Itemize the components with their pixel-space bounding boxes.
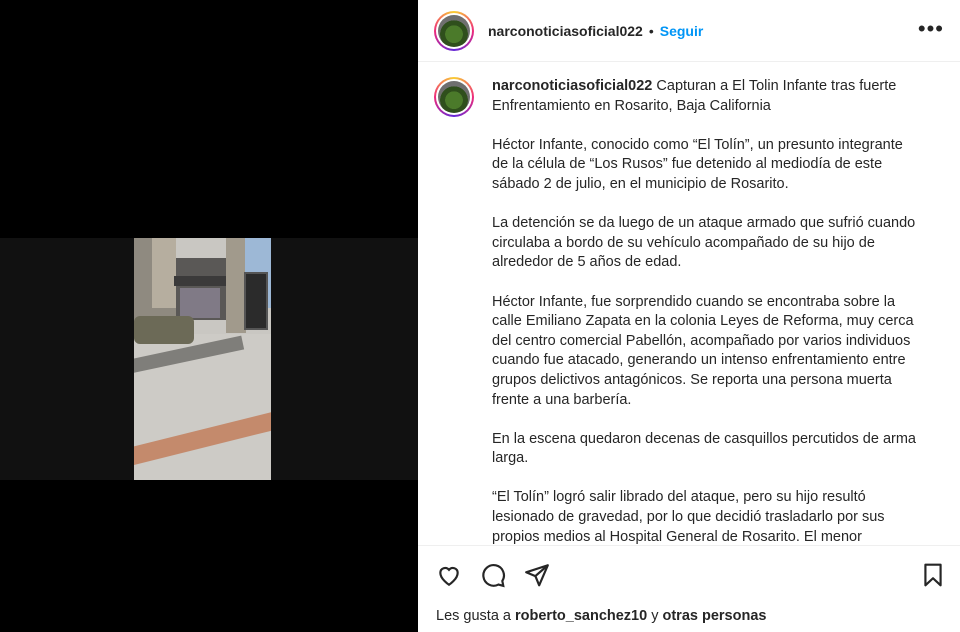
video-sign — [244, 272, 268, 330]
caption-username[interactable]: narconoticiasoficial022 — [492, 78, 652, 94]
likes-prefix: Les gusta a — [436, 608, 511, 624]
likes-summary: Les gusta a roberto_sanchez10 y otras pe… — [436, 608, 766, 624]
comment-icon[interactable] — [480, 562, 506, 588]
video-frame[interactable] — [134, 238, 271, 480]
video-pillar — [226, 238, 246, 333]
caption-headline: narconoticiasoficial022 Capturan a El To… — [492, 77, 920, 116]
heart-icon[interactable] — [436, 562, 462, 588]
video-plants — [134, 316, 194, 344]
caption-avatar[interactable] — [434, 77, 474, 117]
video-stone-column — [152, 238, 176, 308]
caption-text: narconoticiasoficial022 Capturan a El To… — [492, 77, 920, 545]
follow-button[interactable]: Seguir — [660, 23, 704, 39]
caption-section: narconoticiasoficial022 Capturan a El To… — [418, 63, 960, 545]
caption-paragraph: Héctor Infante, conocido como “El Tolín”… — [492, 136, 903, 192]
more-icon[interactable]: ••• — [918, 18, 944, 40]
caption-paragraph: “El Tolín” logró salir librado del ataqu… — [492, 489, 885, 545]
caption-paragraph: Héctor Infante, fue sorprendido cuando s… — [492, 293, 914, 408]
bookmark-icon[interactable] — [920, 562, 946, 588]
video-awning — [174, 276, 232, 286]
author-username[interactable]: narconoticiasoficial022 — [488, 23, 643, 39]
video-window — [180, 288, 220, 318]
separator-dot: • — [648, 22, 654, 39]
caption-paragraph: La detención se da luego de un ataque ar… — [492, 215, 916, 271]
likes-user[interactable]: roberto_sanchez10 — [515, 608, 647, 624]
post-media[interactable] — [0, 0, 418, 632]
actions-bar: Les gusta a roberto_sanchez10 y otras pe… — [418, 545, 960, 632]
likes-others[interactable]: otras personas — [663, 608, 767, 624]
avatar-image — [438, 81, 470, 113]
avatar-image — [438, 14, 470, 47]
action-icons — [436, 562, 550, 588]
author-avatar[interactable] — [434, 10, 474, 51]
post-header: narconoticiasoficial022 • Seguir ••• — [418, 0, 960, 62]
likes-conjunction: y — [651, 608, 659, 624]
send-icon[interactable] — [524, 562, 550, 588]
caption-paragraph: En la escena quedaron decenas de casquil… — [492, 430, 916, 467]
post-panel: narconoticiasoficial022 • Seguir ••• nar… — [418, 0, 960, 632]
